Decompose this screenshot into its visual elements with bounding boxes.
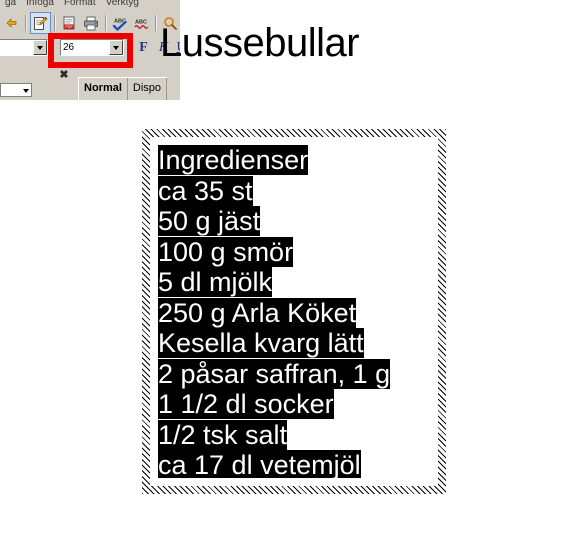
open-recent-icon[interactable] — [1, 12, 22, 34]
spellcheck-icon[interactable]: ABC — [110, 12, 131, 34]
document-line-text: 1 1/2 dl socker — [158, 389, 334, 419]
document-line[interactable]: Ingredienser — [158, 145, 430, 176]
document-line[interactable]: 100 g smör — [158, 236, 430, 268]
toolbar-separator — [25, 15, 28, 31]
bold-button[interactable]: F — [134, 38, 153, 57]
menu-item-format[interactable]: Format — [59, 0, 101, 11]
main-toolbar: PDF ABC ABC — [0, 11, 180, 36]
font-size-dropdown-arrow-icon[interactable] — [109, 40, 123, 55]
toolbar-separator — [104, 15, 107, 31]
document-line[interactable]: 2 påsar saffran, 1 g — [158, 358, 430, 390]
formatting-toolbar: 26 F K U — [0, 35, 180, 61]
print-icon[interactable] — [80, 12, 101, 34]
document-line-text: ca 17 dl vetemjöl — [158, 450, 361, 478]
menu-item-infoga[interactable]: Infoga — [21, 0, 59, 11]
view-tab-bar: Normal Dispo — [78, 77, 168, 100]
document-line[interactable]: 5 dl mjölk — [158, 267, 430, 298]
document-line[interactable]: 250 g Arla Köket — [158, 297, 430, 329]
chevron-down-icon — [37, 45, 43, 50]
close-icon[interactable]: ✖ — [57, 69, 71, 82]
svg-text:PDF: PDF — [66, 25, 74, 29]
document-line-text: Kesella kvarg lätt — [158, 328, 364, 358]
document-line[interactable]: 50 g jäst — [158, 206, 430, 237]
document-line-text: 1/2 tsk salt — [158, 419, 288, 450]
menu-item-arkiv[interactable]: ga — [0, 0, 21, 11]
document-line-text: 5 dl mjölk — [158, 267, 273, 297]
svg-text:ABC: ABC — [135, 19, 147, 25]
tab-dispo[interactable]: Dispo — [128, 78, 168, 100]
document-text-body[interactable]: Ingredienser ca 35 st 50 g jäst 100 g sm… — [158, 145, 430, 478]
document-line[interactable]: ca 17 dl vetemjöl — [158, 450, 430, 478]
font-size-combo[interactable]: 26 — [60, 39, 124, 56]
document-line[interactable]: 1 1/2 dl socker — [158, 389, 430, 420]
document-line-text: 50 g jäst — [158, 206, 261, 236]
document-line-text: ca 35 st — [158, 175, 253, 206]
font-size-input[interactable]: 26 — [61, 40, 109, 55]
font-name-dropdown-arrow-icon[interactable] — [33, 40, 47, 55]
export-pdf-icon[interactable]: PDF — [59, 12, 80, 34]
document-line-text: 100 g smör — [158, 236, 294, 267]
menu-item-verktyg[interactable]: Verktyg — [101, 0, 144, 11]
document-line-text: 2 påsar saffran, 1 g — [158, 358, 391, 389]
font-name-value[interactable] — [0, 40, 33, 55]
page-title: Lussebullar — [160, 21, 360, 65]
autospellcheck-icon[interactable]: ABC — [131, 12, 152, 34]
application-window: ga Infoga Format Verktyg PDF ABC ABC 26 … — [0, 0, 180, 100]
font-name-combo[interactable] — [0, 39, 48, 56]
chevron-down-icon — [113, 45, 119, 50]
document-line-text: 250 g Arla Köket — [158, 297, 357, 328]
document-line[interactable]: Kesella kvarg lätt — [158, 328, 430, 359]
document-page[interactable]: Ingredienser ca 35 st 50 g jäst 100 g sm… — [142, 129, 446, 494]
chevron-down-icon — [23, 89, 29, 93]
edit-mode-icon[interactable] — [30, 12, 52, 34]
tab-normal[interactable]: Normal — [79, 78, 128, 100]
document-line-text: Ingredienser — [158, 145, 309, 175]
toolbar-separator — [154, 15, 157, 31]
document-line[interactable]: ca 35 st — [158, 175, 430, 207]
menu-bar: ga Infoga Format Verktyg — [0, 0, 180, 11]
document-line[interactable]: 1/2 tsk salt — [158, 419, 430, 451]
lower-toolbar-strip: ✖ Normal Dispo — [0, 61, 180, 100]
toolbar-separator — [54, 15, 57, 31]
secondary-combo[interactable] — [0, 83, 32, 97]
